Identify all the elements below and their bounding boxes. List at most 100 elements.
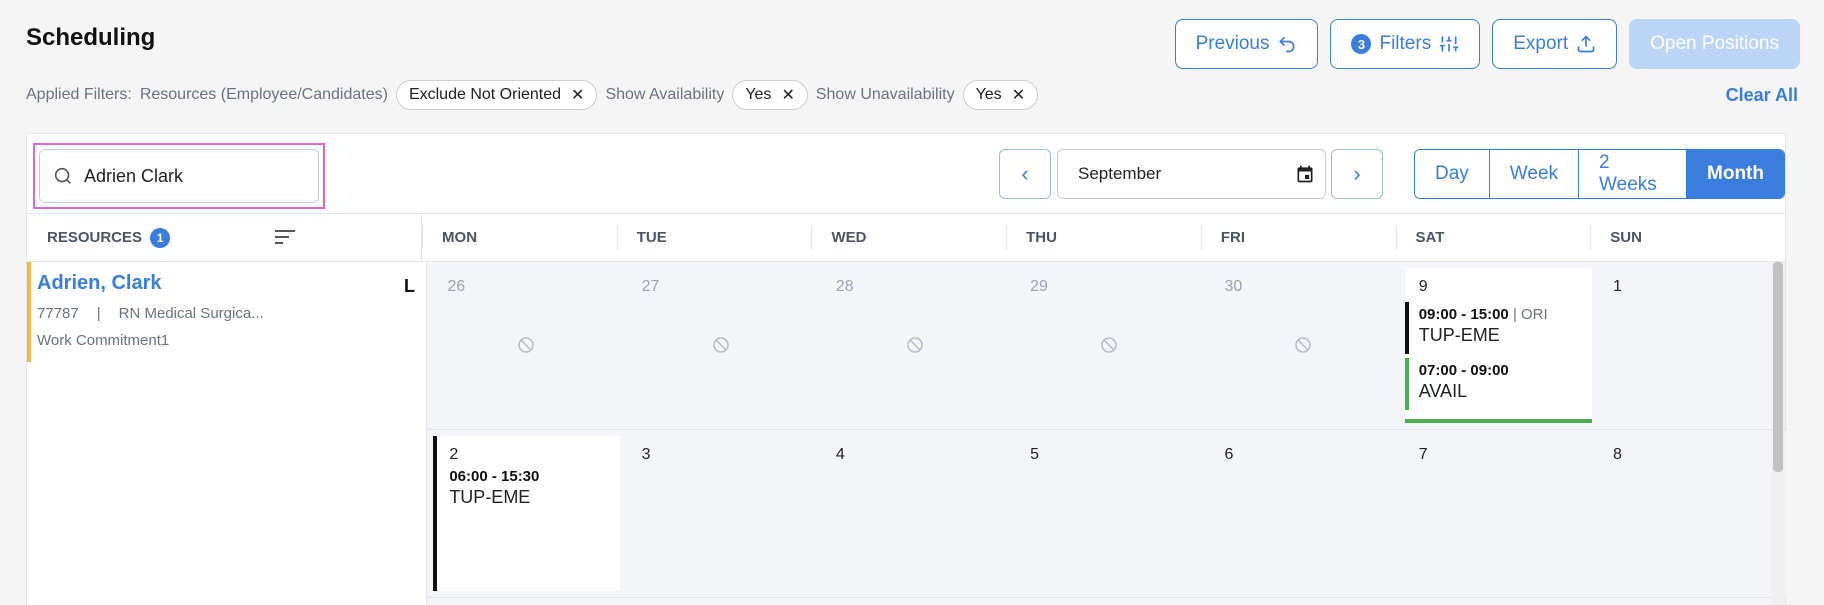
resource-level: L (404, 276, 415, 296)
week-row: 2 06:00 - 15:30 TUP-EME 3 4 5 6 7 8 (427, 430, 1788, 598)
resources-header: RESOURCES 1 (27, 214, 423, 261)
day-cell[interactable]: 9 09:00 - 15:00 | ORI TUP-EME 07:00 - 09… (1399, 262, 1593, 429)
unavailable-icon (907, 337, 923, 353)
resource-column: Adrien, Clark L 77787 | RN Medical Surgi… (27, 262, 428, 605)
filter-chip[interactable]: Exclude Not Oriented ✕ (395, 80, 598, 110)
search-input[interactable]: Adrien Clark (39, 149, 319, 203)
day-number: 5 (1030, 446, 1040, 463)
applied-filters-row: Applied Filters: Resources (Employee/Can… (26, 80, 1798, 110)
day-number: 3 (641, 446, 651, 463)
filters-label: Filters (1379, 33, 1432, 54)
day-number: 7 (1418, 446, 1428, 463)
day-cell[interactable]: 3 (622, 430, 816, 597)
calendar-icon[interactable] (1295, 164, 1315, 184)
day-header-mon: MON (422, 214, 617, 261)
day-number: 30 (1224, 278, 1243, 295)
resource-id: 77787 (37, 305, 79, 322)
day-cell[interactable]: 8 (1593, 430, 1787, 597)
sort-icon[interactable] (275, 228, 295, 246)
day-number: 8 (1613, 446, 1622, 463)
day-cell[interactable]: 4 (816, 430, 1010, 597)
resource-name[interactable]: Adrien, Clark (37, 272, 427, 295)
day-header-sat: SAT (1395, 214, 1591, 261)
applied-filters-label: Applied Filters: (26, 86, 132, 103)
view-month[interactable]: Month (1687, 150, 1784, 198)
day-number: 6 (1224, 446, 1234, 463)
view-toggle: Day Week 2 Weeks Month (1414, 149, 1785, 199)
shift-time-value: 09:00 - 15:00 (1418, 306, 1509, 323)
filter-group-label: Show Availability (605, 86, 725, 103)
undo-icon (1279, 36, 1295, 53)
clear-all-link[interactable]: Clear All (1726, 85, 1798, 106)
shift-time: 06:00 - 15:30 (449, 468, 540, 485)
unavailable-icon (1101, 337, 1117, 353)
unavailable-icon (518, 337, 535, 353)
unavailable-icon (1295, 337, 1312, 353)
resource-card[interactable]: Adrien, Clark L 77787 | RN Medical Surgi… (27, 262, 427, 362)
scrollbar-thumb[interactable] (1773, 262, 1783, 472)
resources-label: RESOURCES (47, 229, 143, 246)
shift-card[interactable]: 2 06:00 - 15:30 TUP-EME (433, 436, 621, 591)
export-button[interactable]: Export (1492, 19, 1618, 69)
day-header-sun: SUN (1590, 214, 1785, 261)
day-cell[interactable]: 1 (1593, 262, 1787, 429)
unavailable-icon (712, 337, 729, 353)
next-month-button[interactable]: › (1331, 149, 1383, 199)
day-header-tue: TUE (616, 214, 812, 261)
day-cell[interactable]: 29 (1010, 262, 1204, 429)
day-number: 1 (1613, 278, 1622, 295)
day-number: 2 (449, 446, 459, 463)
shift-location: TUP-EME (1418, 325, 1500, 345)
view-2-weeks[interactable]: 2 Weeks (1579, 150, 1688, 198)
day-cell[interactable]: 30 (1204, 262, 1398, 429)
day-header-wed: WED (811, 214, 1006, 261)
chip-label: Yes (745, 86, 772, 103)
day-cell[interactable]: 27 (622, 262, 816, 429)
availability-label: AVAIL (1418, 381, 1468, 401)
filter-chip[interactable]: Yes ✕ (732, 80, 808, 110)
open-positions-button[interactable]: Open Positions (1629, 19, 1800, 69)
filter-group-label: Resources (Employee/Candidates) (139, 86, 388, 103)
day-number: 28 (835, 278, 854, 295)
search-highlight: Adrien Clark (33, 143, 325, 209)
close-icon[interactable]: ✕ (571, 85, 584, 105)
close-icon[interactable]: ✕ (1012, 85, 1025, 105)
day-cell[interactable]: 28 (816, 262, 1010, 429)
filters-button[interactable]: 3 Filters (1330, 19, 1481, 69)
meta-separator: | (96, 305, 101, 322)
chip-label: Yes (975, 86, 1002, 103)
day-number: 29 (1030, 278, 1048, 295)
day-cell[interactable]: 26 (427, 262, 621, 429)
view-week[interactable]: Week (1489, 150, 1580, 198)
resource-role: RN Medical Surgica... (118, 305, 264, 322)
view-day[interactable]: Day (1415, 150, 1490, 198)
search-icon (54, 167, 71, 184)
grid-body: Adrien, Clark L 77787 | RN Medical Surgi… (27, 262, 1788, 605)
previous-label: Previous (1195, 33, 1270, 54)
day-cell[interactable]: 7 (1399, 430, 1593, 597)
week-row: 26 27 28 29 30 9 09:00 - 15:00 | ORI TUP… (427, 262, 1788, 430)
day-cell[interactable]: 6 (1204, 430, 1398, 597)
close-icon[interactable]: ✕ (781, 85, 794, 105)
upload-icon (1577, 35, 1595, 53)
day-number: 27 (641, 278, 660, 295)
availability-card[interactable]: 07:00 - 09:00 AVAIL (1404, 358, 1589, 410)
previous-button[interactable]: Previous (1174, 19, 1319, 69)
shift-card[interactable]: 09:00 - 15:00 | ORI TUP-EME (1404, 302, 1589, 354)
month-value: September (1078, 164, 1162, 183)
filters-count-badge: 3 (1351, 34, 1372, 54)
filter-chip[interactable]: Yes ✕ (962, 80, 1039, 110)
shift-tag: | ORI (1512, 306, 1548, 323)
day-cell[interactable]: 2 06:00 - 15:30 TUP-EME (427, 430, 621, 597)
vertical-scrollbar[interactable] (1771, 262, 1785, 605)
resources-count-badge: 1 (150, 227, 171, 248)
resource-meta: 77787 | RN Medical Surgica... (37, 305, 427, 322)
month-picker[interactable]: September (1057, 149, 1326, 199)
page-title: Scheduling (26, 24, 156, 51)
grid-header: RESOURCES 1 MON TUE WED THU FRI SAT SUN (27, 214, 1785, 262)
search-value: Adrien Clark (84, 165, 184, 186)
day-number: 4 (835, 446, 845, 463)
prev-month-button[interactable]: ‹ (999, 149, 1051, 199)
day-cell[interactable]: 5 (1010, 430, 1204, 597)
export-label: Export (1513, 33, 1569, 54)
